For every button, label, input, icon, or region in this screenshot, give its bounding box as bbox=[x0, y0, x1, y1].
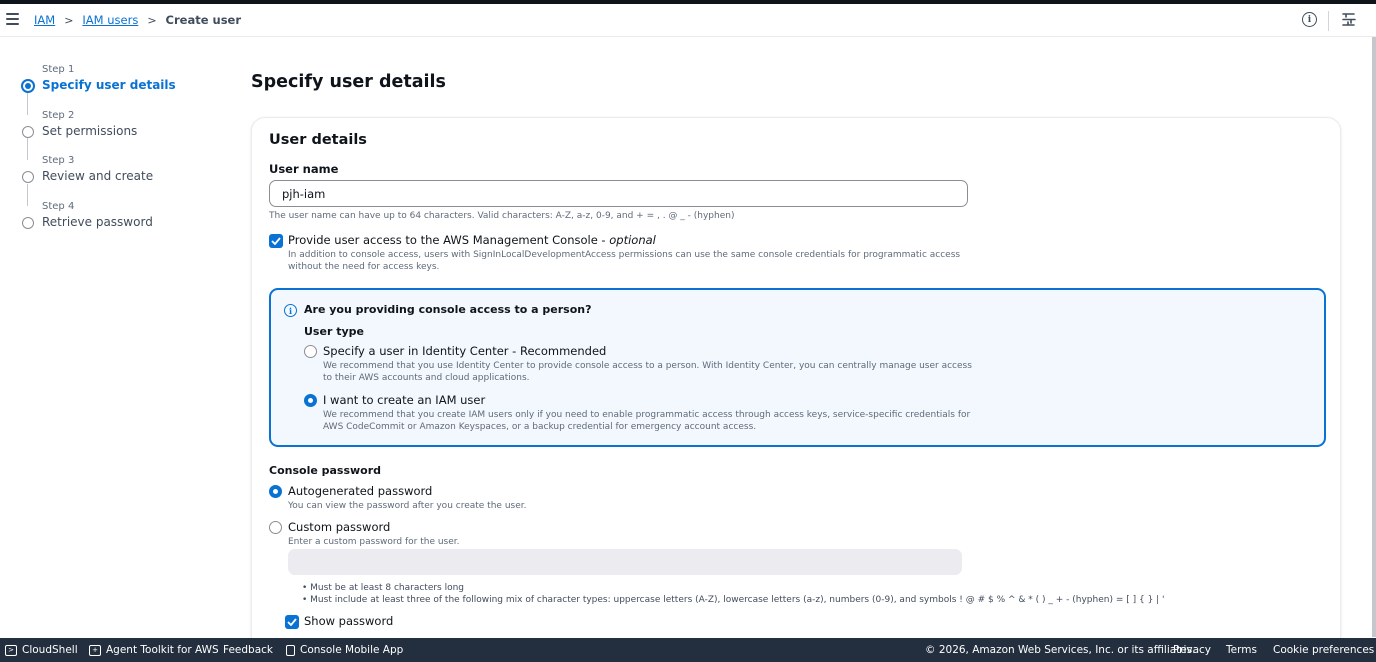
identity-center-desc: We recommend that you use Identity Cente… bbox=[323, 361, 972, 371]
identity-center-radio[interactable] bbox=[304, 345, 317, 358]
console-access-label-text: Provide user access to the AWS Managemen… bbox=[288, 233, 610, 247]
step-name: Review and create bbox=[42, 169, 154, 183]
custom-password-input[interactable] bbox=[288, 549, 962, 575]
wizard-steps: Step 1 Specify user details Step 2 Set p… bbox=[0, 37, 240, 637]
password-rule-text: Must be at least 8 characters long bbox=[310, 583, 465, 593]
custom-password-desc: Enter a custom password for the user. bbox=[288, 537, 460, 547]
console-access-desc: without the need for access keys. bbox=[288, 262, 440, 272]
breadcrumb-iam-users-link[interactable]: IAM users bbox=[82, 13, 138, 27]
cloudshell-label: CloudShell bbox=[22, 644, 78, 656]
step-active-icon bbox=[21, 79, 35, 93]
console-password-label: Console password bbox=[269, 464, 382, 477]
step-name: Retrieve password bbox=[42, 215, 153, 229]
breadcrumb-iam-link[interactable]: IAM bbox=[34, 13, 55, 27]
console-access-desc: In addition to console access, users wit… bbox=[288, 250, 961, 260]
step-inactive-icon bbox=[22, 217, 34, 229]
alert-title: Are you providing console access to a pe… bbox=[304, 303, 592, 316]
optional-tag: optional bbox=[609, 233, 656, 247]
identity-center-label[interactable]: Specify a user in Identity Center - Reco… bbox=[323, 344, 606, 358]
privacy-link[interactable]: Privacy bbox=[1173, 644, 1211, 656]
step-number: Step 1 bbox=[42, 64, 75, 75]
check-icon bbox=[271, 237, 281, 245]
header-divider bbox=[1328, 11, 1329, 31]
page-scrollbar[interactable] bbox=[1372, 37, 1376, 637]
step-connector bbox=[27, 138, 28, 160]
check-icon bbox=[287, 618, 297, 626]
footer-bar: > CloudShell + Agent Toolkit for AWS Feedb… bbox=[0, 638, 1376, 662]
step-number: Step 2 bbox=[42, 110, 75, 121]
step-name: Specify user details bbox=[42, 78, 176, 92]
show-password-checkbox[interactable] bbox=[285, 615, 299, 629]
terms-link[interactable]: Terms bbox=[1226, 644, 1257, 656]
page-title: Specify user details bbox=[251, 72, 446, 92]
step-connector bbox=[27, 184, 28, 206]
autogenerated-password-radio[interactable] bbox=[269, 485, 282, 498]
feedback-link[interactable]: Feedback bbox=[223, 644, 273, 656]
password-rule: • Must include at least three of the fol… bbox=[302, 595, 1165, 605]
console-access-alert: i Are you providing console access to a … bbox=[269, 288, 1326, 447]
autogenerated-password-desc: You can view the password after you crea… bbox=[288, 501, 527, 511]
password-rule: • Must be at least 8 characters long bbox=[302, 583, 465, 593]
password-rule-text: Must include at least three of the follo… bbox=[310, 595, 1165, 605]
agent-toolkit-link[interactable]: + Agent Toolkit for AWS bbox=[89, 644, 219, 656]
breadcrumb: IAM > IAM users > Create user bbox=[34, 13, 241, 27]
username-label: User name bbox=[269, 162, 339, 176]
cloudshell-icon: > bbox=[5, 644, 17, 656]
mobile-app-link[interactable]: Console Mobile App bbox=[286, 644, 403, 656]
cloudshell-link[interactable]: > CloudShell bbox=[5, 644, 78, 656]
toolkit-icon: + bbox=[89, 644, 101, 656]
step-inactive-icon bbox=[22, 171, 34, 183]
custom-password-label[interactable]: Custom password bbox=[288, 520, 390, 534]
console-access-label[interactable]: Provide user access to the AWS Managemen… bbox=[288, 233, 656, 247]
show-password-label[interactable]: Show password bbox=[304, 614, 393, 628]
breadcrumb-separator-icon: > bbox=[147, 13, 157, 27]
step-name: Set permissions bbox=[42, 124, 138, 138]
agent-toolkit-label: Agent Toolkit for AWS bbox=[106, 644, 219, 656]
mobile-icon bbox=[286, 644, 295, 656]
breadcrumb-current: Create user bbox=[165, 13, 242, 27]
step-number: Step 3 bbox=[42, 155, 75, 166]
username-hint: The user name can have up to 64 characte… bbox=[269, 211, 735, 221]
step-inactive-icon bbox=[22, 126, 34, 138]
menu-icon[interactable] bbox=[6, 13, 19, 25]
cookie-preferences-link[interactable]: Cookie preferences bbox=[1273, 644, 1374, 656]
username-input[interactable] bbox=[269, 180, 968, 207]
custom-password-radio[interactable] bbox=[269, 521, 282, 534]
copyright-text: © 2026, Amazon Web Services, Inc. or its… bbox=[925, 644, 1196, 656]
section-title: User details bbox=[269, 132, 367, 148]
scrollbar-thumb[interactable] bbox=[1372, 37, 1376, 637]
iam-user-desc: We recommend that you create IAM users o… bbox=[323, 410, 971, 420]
user-type-label: User type bbox=[304, 325, 364, 338]
identity-center-desc: to their AWS accounts and cloud applicat… bbox=[323, 373, 530, 383]
step-connector bbox=[27, 93, 28, 115]
iam-user-desc: AWS CodeCommit or Amazon Keyspaces, or a… bbox=[323, 422, 757, 432]
info-icon[interactable]: i bbox=[1302, 12, 1317, 27]
layout-icon[interactable] bbox=[1342, 12, 1356, 27]
console-access-checkbox[interactable] bbox=[269, 234, 283, 248]
iam-user-radio[interactable] bbox=[304, 394, 317, 407]
info-icon: i bbox=[284, 304, 297, 317]
step-number: Step 4 bbox=[42, 201, 75, 212]
autogenerated-password-label[interactable]: Autogenerated password bbox=[288, 484, 432, 498]
user-details-container: User details User name The user name can… bbox=[251, 117, 1341, 662]
breadcrumb-separator-icon: > bbox=[64, 13, 74, 27]
mobile-app-label: Console Mobile App bbox=[300, 644, 404, 656]
iam-user-label[interactable]: I want to create an IAM user bbox=[323, 393, 485, 407]
header-bar: IAM > IAM users > Create user i bbox=[0, 4, 1376, 37]
